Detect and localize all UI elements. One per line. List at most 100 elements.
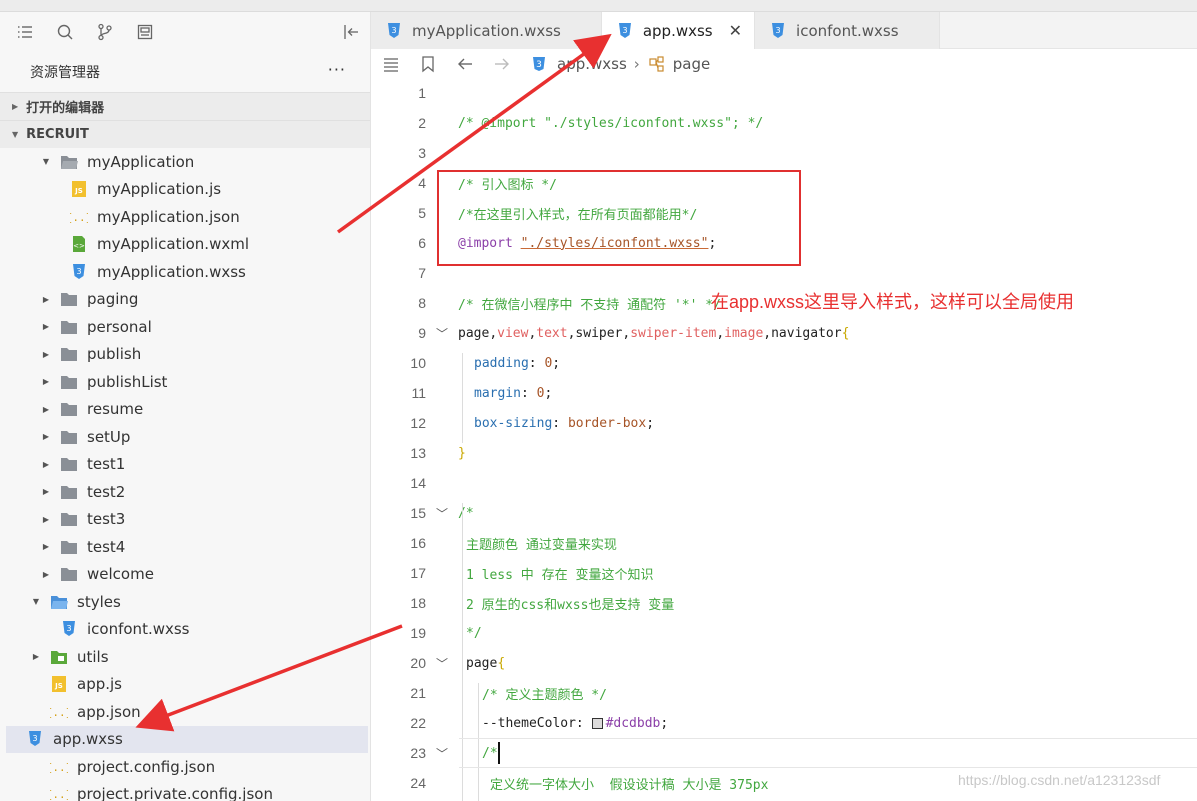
chevron-right-icon[interactable]: ▶	[40, 405, 52, 414]
tree-item-label: utils	[77, 647, 109, 666]
code-line[interactable]: 14	[371, 468, 1197, 498]
code-line[interactable]: 10 padding: 0;	[371, 348, 1197, 378]
collapse-panel-icon[interactable]	[340, 21, 362, 43]
code-token: 2 原生的css和wxss也是支持 变量	[466, 597, 675, 613]
editor-area: 3 myApplication.wxss 3 app.wxss ✕ 3 iconfont.w…	[371, 12, 1197, 801]
code-token: ;	[660, 715, 669, 731]
tree-item-test3[interactable]: ▶ test3	[0, 506, 370, 534]
tree-item-myapplication-wxml[interactable]: ▶<>myApplication.wxml	[0, 231, 370, 259]
breadcrumb-file[interactable]: app.wxss	[557, 55, 627, 73]
close-icon[interactable]: ✕	[729, 21, 742, 40]
fold-chevron-icon[interactable]: ﹀	[426, 745, 458, 762]
tab-app-wxss[interactable]: 3 app.wxss ✕	[601, 12, 756, 49]
code-token: /* @import "./styles/iconfont.wxss"; */	[458, 115, 764, 131]
tree-item-personal[interactable]: ▶ personal	[0, 313, 370, 341]
breadcrumb-symbol[interactable]: page	[673, 55, 710, 73]
explorer-sidebar: 资源管理器 ··· ▶ 打开的编辑器 ▼ RECRUIT ▼ myApplicat…	[0, 12, 371, 801]
tree-item-test1[interactable]: ▶ test1	[0, 451, 370, 479]
tree-item-project-private-config-json[interactable]: ▶{..}project.private.config.json	[0, 781, 370, 801]
json-file-icon: {..}	[50, 704, 68, 720]
tree-item-myapplication-js[interactable]: ▶JSmyApplication.js	[0, 176, 370, 204]
chevron-right-icon[interactable]: ▶	[40, 542, 52, 551]
code-line[interactable]: 9 ﹀ page,view,text,swiper,swiper-item,imag…	[371, 318, 1197, 348]
tree-item-publish[interactable]: ▶ publish	[0, 341, 370, 369]
chevron-right-icon[interactable]: ▶	[40, 487, 52, 496]
tree-item-publishlist[interactable]: ▶ publishList	[0, 368, 370, 396]
code-line[interactable]: 19 */	[371, 618, 1197, 648]
code-token: ,	[763, 325, 772, 341]
project-section[interactable]: ▼ RECRUIT	[0, 120, 370, 148]
tree-item-myapplication-json[interactable]: ▶{..}myApplication.json	[0, 203, 370, 231]
code-token: image	[724, 325, 764, 341]
code-token: view	[497, 325, 529, 341]
chevron-right-icon[interactable]: ▶	[40, 295, 52, 304]
code-line[interactable]: 11 margin: 0;	[371, 378, 1197, 408]
tree-item-test2[interactable]: ▶ test2	[0, 478, 370, 506]
tree-item-label: app.wxss	[53, 730, 123, 749]
code-line[interactable]: 1	[371, 78, 1197, 108]
code-line[interactable]: 17 1 less 中 存在 变量这个知识	[371, 558, 1197, 588]
code-line[interactable]: 12 box-sizing: border-box;	[371, 408, 1197, 438]
code-token: /* 定义主题颜色 */	[482, 687, 607, 703]
open-editors-section[interactable]: ▶ 打开的编辑器	[0, 92, 370, 120]
code-line[interactable]: 15 ﹀/*	[371, 498, 1197, 528]
bookmark-icon[interactable]	[418, 54, 438, 74]
fold-chevron-icon[interactable]: ﹀	[426, 325, 458, 342]
list-icon[interactable]	[14, 21, 36, 43]
chevron-right-icon[interactable]: ▶	[40, 460, 52, 469]
chevron-right-icon[interactable]: ▶	[40, 570, 52, 579]
code-line[interactable]: 2 /* @import "./styles/iconfont.wxss"; */	[371, 108, 1197, 138]
tree-item-paging[interactable]: ▶ paging	[0, 286, 370, 314]
tree-item-app-js[interactable]: ▶JSapp.js	[0, 671, 370, 699]
code-line[interactable]: 13}	[371, 438, 1197, 468]
chevron-down-icon[interactable]: ▼	[40, 157, 52, 166]
code-line[interactable]: 21 /* 定义主题颜色 */	[371, 678, 1197, 708]
forward-arrow-icon[interactable]	[492, 54, 512, 74]
code-line[interactable]: 18 2 原生的css和wxss也是支持 变量	[371, 588, 1197, 618]
line-number: 9	[418, 325, 426, 341]
code-line[interactable]: 3	[371, 138, 1197, 168]
code-line[interactable]: 22 --themeColor: #dcdbdb;	[371, 708, 1197, 738]
svg-text:JS: JS	[54, 682, 63, 690]
tree-item-utils[interactable]: ▶ utils	[0, 643, 370, 671]
chevron-right-icon[interactable]: ▶	[40, 350, 52, 359]
more-actions-button[interactable]: ···	[328, 60, 346, 79]
code-token: 主题颜色 通过变量来实现	[466, 537, 617, 553]
tab-myapplication-wxss[interactable]: 3 myApplication.wxss	[371, 12, 602, 49]
wxss-file-icon: 3	[385, 22, 403, 40]
tree-item-myapplication[interactable]: ▼ myApplication	[0, 148, 370, 176]
tree-item-project-config-json[interactable]: ▶{..}project.config.json	[0, 753, 370, 781]
wxml-file-icon: <>	[70, 236, 88, 253]
fold-chevron-icon[interactable]: ﹀	[426, 655, 458, 672]
tree-item-label: myApplication.wxss	[97, 262, 246, 281]
outline-list-icon[interactable]	[381, 54, 401, 74]
chevron-right-icon[interactable]: ▶	[40, 432, 52, 441]
tree-item-welcome[interactable]: ▶ welcome	[0, 561, 370, 589]
code-line[interactable]: 16 主题颜色 通过变量来实现	[371, 528, 1197, 558]
git-branch-icon[interactable]	[94, 21, 116, 43]
code-token: --themeColor	[482, 715, 576, 731]
tree-item-setup[interactable]: ▶ setUp	[0, 423, 370, 451]
tree-item-styles[interactable]: ▼ styles	[0, 588, 370, 616]
current-line-highlight	[459, 738, 1197, 768]
chevron-right-icon[interactable]: ▶	[40, 322, 52, 331]
code-token: /*	[458, 505, 474, 521]
tree-item-app-wxss[interactable]: ▶3app.wxss	[6, 725, 368, 753]
fold-chevron-icon[interactable]: ﹀	[426, 505, 458, 522]
code-line[interactable]: 20 ﹀ page{	[371, 648, 1197, 678]
chevron-right-icon[interactable]: ▶	[30, 652, 42, 661]
tree-item-resume[interactable]: ▶ resume	[0, 396, 370, 424]
chevron-down-icon: ▼	[12, 130, 19, 139]
color-swatch[interactable]	[591, 717, 603, 729]
extension-icon[interactable]	[134, 21, 156, 43]
back-arrow-icon[interactable]	[455, 54, 475, 74]
tree-item-myapplication-wxss[interactable]: ▶3myApplication.wxss	[0, 258, 370, 286]
chevron-right-icon[interactable]: ▶	[40, 515, 52, 524]
search-icon[interactable]	[54, 21, 76, 43]
tree-item-app-json[interactable]: ▶{..}app.json	[0, 698, 370, 726]
tree-item-iconfont-wxss[interactable]: ▶3iconfont.wxss	[0, 616, 370, 644]
chevron-right-icon[interactable]: ▶	[40, 377, 52, 386]
tree-item-test4[interactable]: ▶ test4	[0, 533, 370, 561]
chevron-down-icon[interactable]: ▼	[30, 597, 42, 606]
tab-iconfont-wxss[interactable]: 3 iconfont.wxss	[755, 12, 940, 49]
